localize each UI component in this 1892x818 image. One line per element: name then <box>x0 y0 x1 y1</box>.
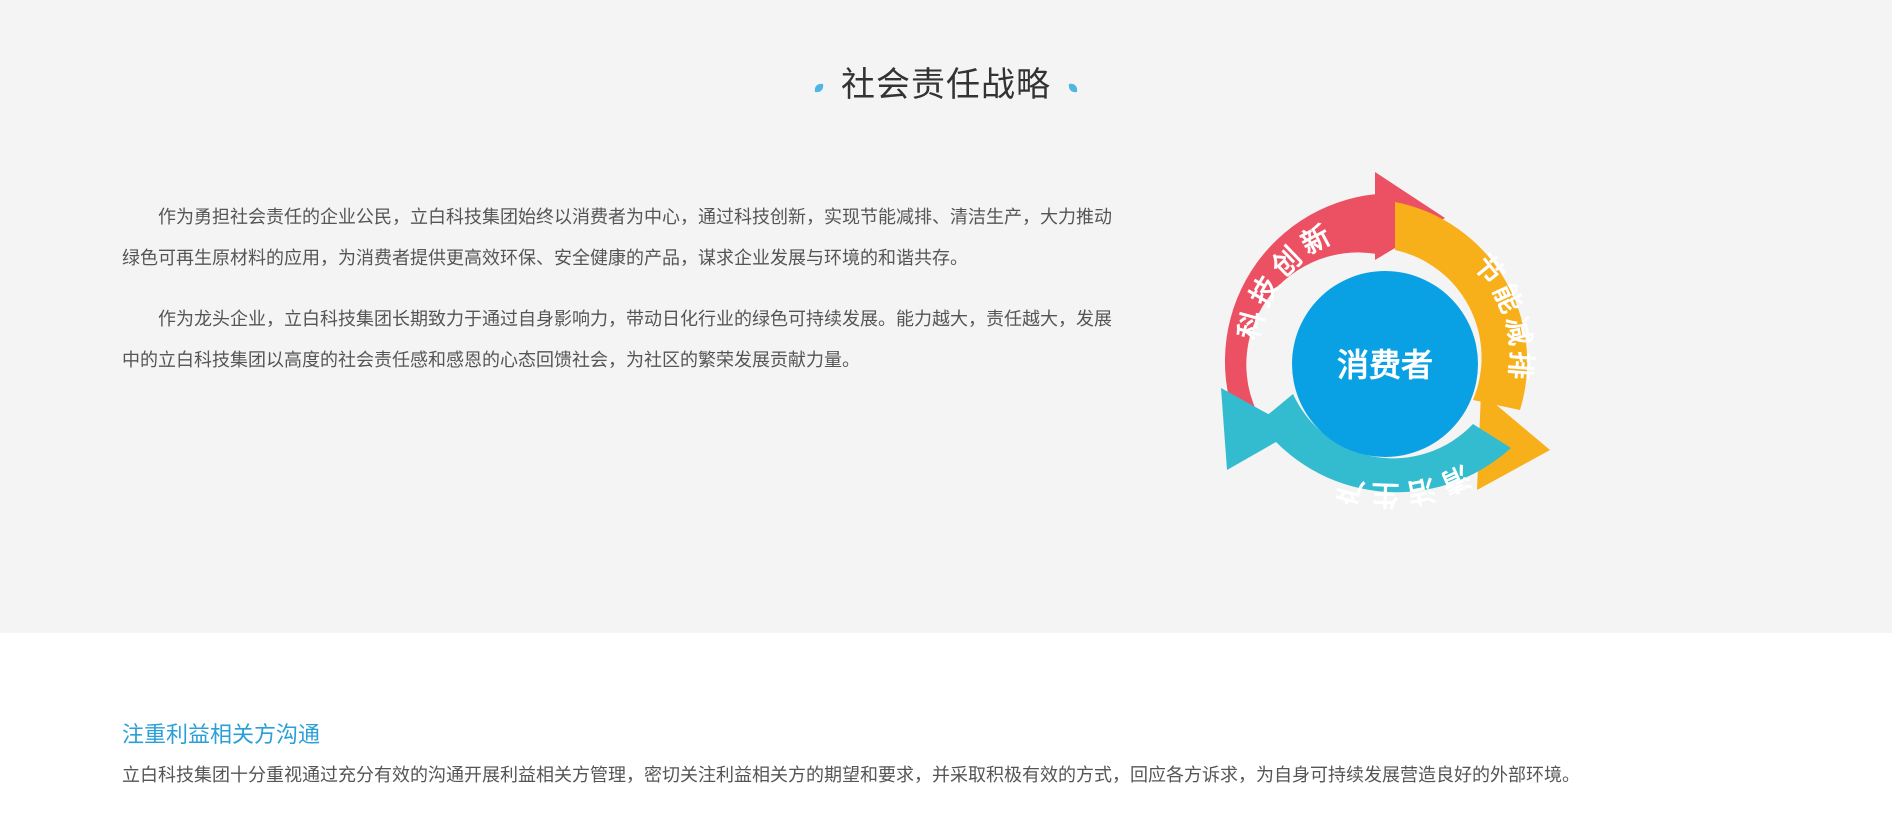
page-title: 社会责任战略 <box>841 65 1051 105</box>
intro-text: 作为勇担社会责任的企业公民，立白科技集团始终以消费者为中心，通过科技创新，实现节… <box>122 197 1118 401</box>
leaf-dot-icon <box>1067 79 1079 93</box>
center-label: 消费者 <box>1337 346 1433 384</box>
leaf-dot-icon <box>813 79 825 93</box>
consumer-cycle-diagram: 科技创新 节能减排 清洁生产 消费者 <box>1205 172 1560 542</box>
section-heading: 注重利益相关方沟通 <box>122 723 321 748</box>
intro-paragraph: 作为龙头企业，立白科技集团长期致力于通过自身影响力，带动日化行业的绿色可持续发展… <box>122 309 1112 371</box>
social-responsibility-strategy-section: 社会责任战略 作为勇担社会责任的企业公民，立白科技集团始终以消费者为中心，通过科… <box>0 0 1892 633</box>
section-title-row: 社会责任战略 <box>0 60 1892 110</box>
intro-paragraph: 作为勇担社会责任的企业公民，立白科技集团始终以消费者为中心，通过科技创新，实现节… <box>122 207 1112 269</box>
section-text: 立白科技集团十分重视通过充分有效的沟通开展利益相关方管理，密切关注利益相关方的期… <box>122 765 1580 786</box>
stakeholder-communication-section: 注重利益相关方沟通 立白科技集团十分重视通过充分有效的沟通开展利益相关方管理，密… <box>122 716 1822 796</box>
